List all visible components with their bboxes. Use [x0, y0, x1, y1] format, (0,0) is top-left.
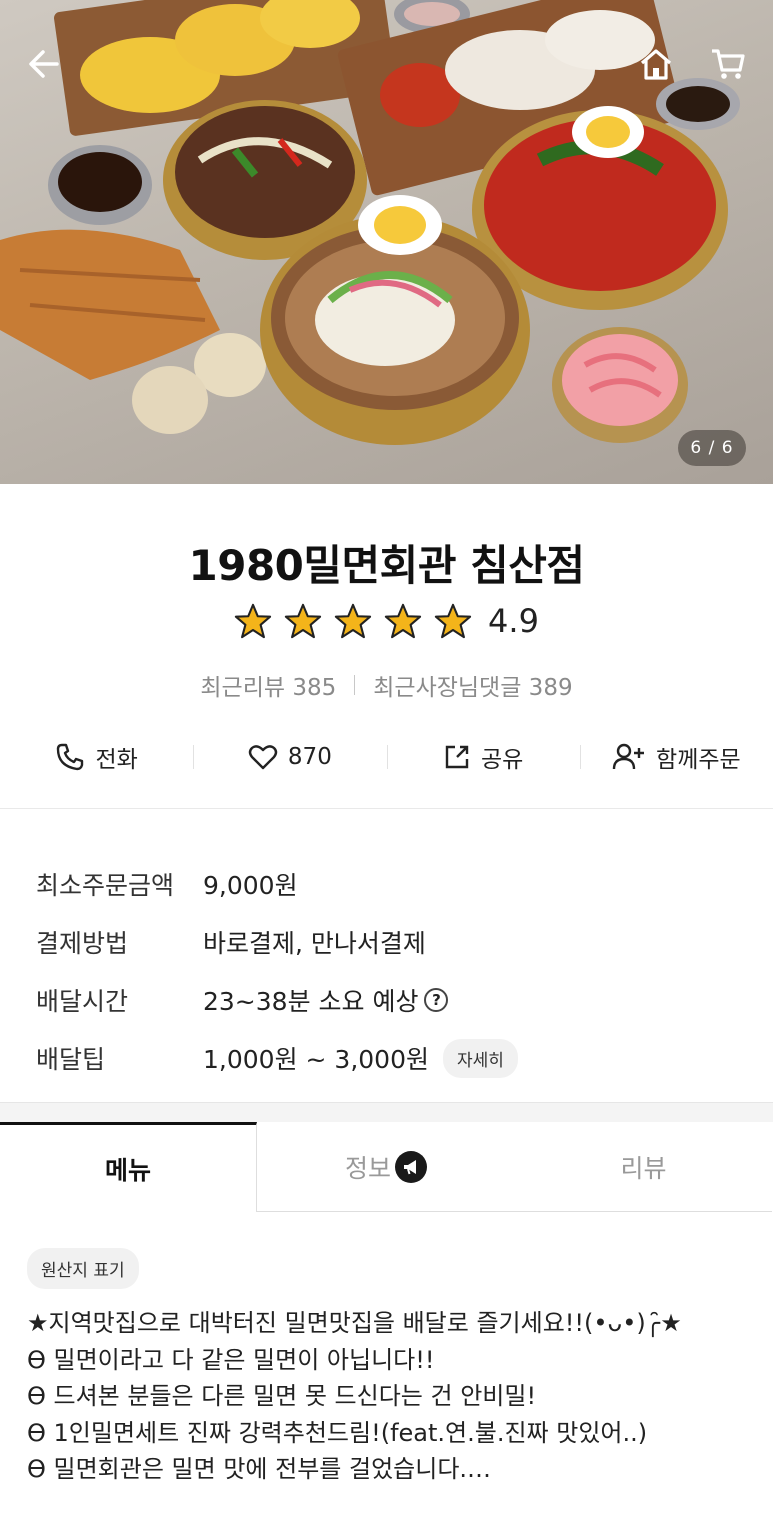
- tab-review[interactable]: 리뷰: [515, 1122, 772, 1212]
- tab-menu[interactable]: 메뉴: [0, 1122, 257, 1212]
- megaphone-icon: [395, 1150, 427, 1183]
- store-info: 최소주문금액 9,000원 결제방법 바로결제, 만나서결제 배달시간 23~3…: [36, 855, 736, 1087]
- delivery-tip-row: 배달팁 1,000원 ~ 3,000원 자세히: [36, 1029, 736, 1087]
- star-icon: [334, 603, 372, 639]
- star-rating: [234, 602, 472, 640]
- delivery-time-row: 배달시간 23~38분 소요 예상 ?: [36, 971, 736, 1029]
- section-divider-thick: [0, 1102, 773, 1122]
- delivery-tip-value-wrap: 1,000원 ~ 3,000원 자세히: [203, 1038, 518, 1078]
- description-line: ★지역맛집으로 대박터진 밀면맛집을 배달로 즐기세요!!(•ᴗ•)╭̑★: [27, 1309, 682, 1337]
- star-icon: [284, 603, 322, 639]
- delivery-time-value-wrap: 23~38분 소요 예상 ?: [203, 982, 449, 1018]
- store-description: ★지역맛집으로 대박터진 밀면맛집을 배달로 즐기세요!!(•ᴗ•)╭̑★ ϴ …: [27, 1305, 757, 1488]
- heart-icon: [248, 745, 278, 770]
- store-name: 1980밀면회관 침산점: [188, 541, 586, 590]
- call-button[interactable]: 전화: [0, 728, 193, 786]
- share-label: 공유: [480, 747, 524, 773]
- star-icon: [434, 603, 472, 639]
- phone-icon: [57, 743, 84, 771]
- rating-row[interactable]: 4.9: [0, 602, 773, 640]
- group-order-label: 함께주문: [656, 747, 741, 773]
- share-icon: [445, 745, 469, 769]
- description-line: ϴ 밀면회관은 밀면 맛에 전부를 걸었습니다.…: [27, 1455, 492, 1483]
- payment-value: 바로결제, 만나서결제: [203, 929, 426, 958]
- delivery-time-value: 23~38분 소요 예상: [203, 987, 419, 1016]
- home-icon: [640, 49, 672, 80]
- like-count: 870: [287, 744, 332, 770]
- call-label: 전화: [95, 747, 138, 773]
- tab-bar: 메뉴 정보 리뷰: [0, 1122, 773, 1212]
- like-button[interactable]: 870: [193, 728, 386, 786]
- back-button[interactable]: [20, 40, 68, 88]
- divider: [354, 675, 356, 695]
- cart-button[interactable]: [704, 40, 752, 88]
- group-order-button[interactable]: 함께주문: [579, 728, 773, 786]
- delivery-tip-label: 배달팁: [36, 1045, 106, 1074]
- recent-reviews-link[interactable]: 최근리뷰 385: [200, 668, 336, 702]
- description-line: ϴ 밀면이라고 다 같은 밀면이 아닙니다!!: [27, 1345, 435, 1374]
- origin-label-button[interactable]: 원산지 표기: [27, 1248, 139, 1289]
- description-line: ϴ 드셔본 분들은 다른 밀면 못 드신다는 건 안비밀!: [27, 1382, 537, 1410]
- share-button[interactable]: 공유: [386, 728, 580, 786]
- owner-replies-link[interactable]: 최근사장님댓글 389: [373, 668, 572, 702]
- action-bar: 전화 870 공유 함께주문: [0, 728, 773, 786]
- star-icon: [234, 603, 272, 639]
- home-button[interactable]: [632, 40, 680, 88]
- help-icon[interactable]: ?: [424, 988, 449, 1012]
- tab-info[interactable]: 정보: [257, 1122, 515, 1212]
- review-counts: 최근리뷰 385 최근사장님댓글 389: [0, 668, 773, 702]
- star-icon: [384, 603, 422, 639]
- back-arrow-icon: [29, 50, 59, 78]
- description-line: ϴ 1인밀면세트 진짜 강력추천드림!(feat.연.불.진짜 맛있어..): [27, 1418, 648, 1447]
- rating-value: 4.9: [488, 602, 539, 640]
- add-person-icon: [612, 743, 645, 770]
- tab-review-label: 리뷰: [620, 1153, 667, 1183]
- image-counter: 6 / 6: [678, 430, 746, 466]
- tab-info-label: 정보: [344, 1153, 391, 1183]
- delivery-tip-detail-button[interactable]: 자세히: [442, 1038, 518, 1078]
- payment-label: 결제방법: [36, 929, 129, 958]
- hero-image[interactable]: 6 / 6: [0, 0, 773, 484]
- delivery-time-label: 배달시간: [36, 987, 129, 1016]
- cart-icon: [712, 49, 745, 79]
- payment-row: 결제방법 바로결제, 만나서결제: [36, 913, 736, 971]
- section-divider: [0, 808, 773, 809]
- min-order-label: 최소주문금액: [36, 871, 175, 900]
- delivery-tip-value: 1,000원 ~ 3,000원: [203, 1045, 429, 1074]
- tab-menu-label: 메뉴: [104, 1155, 151, 1185]
- min-order-row: 최소주문금액 9,000원: [36, 855, 736, 913]
- min-order-value: 9,000원: [203, 871, 298, 900]
